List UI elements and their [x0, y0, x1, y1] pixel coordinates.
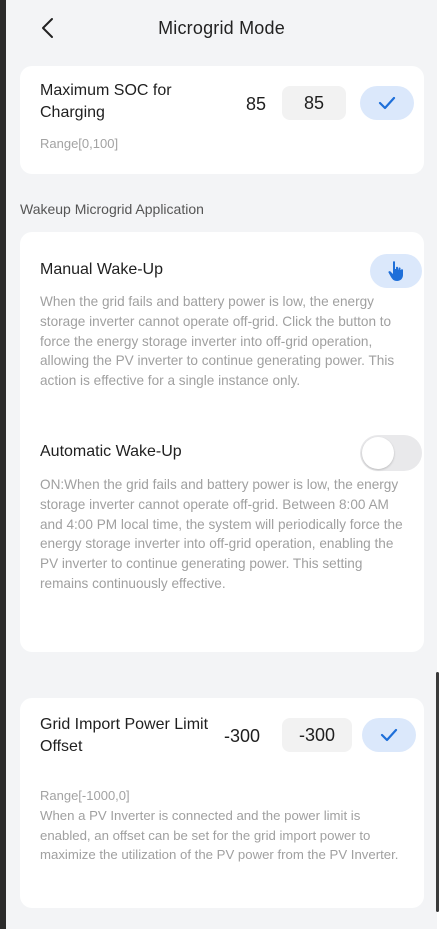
grid-import-description: When a PV Inverter is connected and the … — [40, 808, 399, 862]
manual-wakeup-description: When the grid fails and battery power is… — [40, 294, 395, 389]
check-icon — [380, 728, 398, 742]
hand-pointer-icon — [388, 261, 403, 281]
grid-import-current-value: -300 — [224, 726, 261, 746]
back-button[interactable] — [34, 14, 62, 42]
screen: Microgrid Mode Maximum SOC for Charging … — [6, 0, 437, 929]
automatic-wakeup-toggle[interactable] — [360, 435, 422, 471]
header: Microgrid Mode — [6, 0, 437, 56]
grid-import-label: Grid Import Power Limit Offset — [40, 716, 209, 755]
grid-import-card: Grid Import Power Limit Offset -300 -300… — [20, 698, 424, 908]
soc-current-value: 85 — [246, 94, 267, 114]
soc-card: Maximum SOC for Charging Range[0,100] 85… — [20, 66, 424, 174]
wakeup-card: Manual Wake-Up When the grid fails and b… — [20, 232, 424, 652]
page-title: Microgrid Mode — [158, 17, 285, 38]
grid-import-range: Range[-1000,0] — [40, 788, 130, 803]
soc-input[interactable]: 85 — [282, 86, 346, 120]
soc-confirm-button[interactable] — [360, 86, 414, 120]
automatic-wakeup-title: Automatic Wake-Up — [40, 443, 182, 460]
section-title: Wakeup Microgrid Application — [20, 201, 204, 217]
manual-wakeup-title: Manual Wake-Up — [40, 261, 164, 278]
automatic-wakeup-description: ON:When the grid fails and battery power… — [40, 477, 403, 591]
toggle-knob — [362, 437, 394, 469]
grid-import-input[interactable]: -300 — [282, 718, 352, 752]
soc-range: Range[0,100] — [40, 136, 119, 151]
chevron-left-icon — [42, 18, 53, 38]
soc-label: Maximum SOC for Charging — [40, 82, 172, 121]
check-icon — [378, 96, 396, 110]
grid-import-confirm-button[interactable] — [362, 718, 416, 752]
manual-wakeup-button[interactable] — [370, 254, 422, 288]
scrollbar[interactable] — [436, 672, 439, 912]
